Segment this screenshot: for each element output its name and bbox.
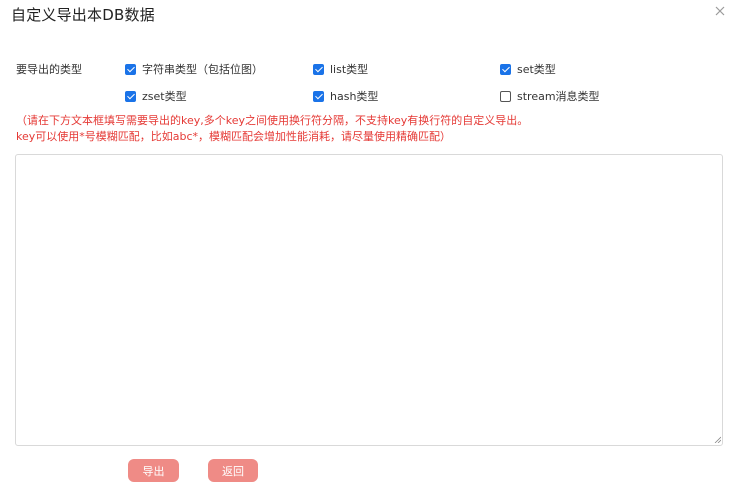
export-dialog: 自定义导出本DB数据 要导出的类型 字符串类型（包括位图） list类型 set… xyxy=(0,0,739,500)
checkbox-checked-icon[interactable] xyxy=(313,63,324,75)
checkbox-stream-type[interactable]: stream消息类型 xyxy=(500,88,600,104)
checkbox-list-type[interactable]: list类型 xyxy=(313,61,368,77)
keys-textarea[interactable] xyxy=(15,154,723,446)
checkbox-set-type[interactable]: set类型 xyxy=(500,61,556,77)
checkbox-label: list类型 xyxy=(330,63,369,76)
checkbox-label: stream消息类型 xyxy=(517,90,600,103)
checkbox-hash-type[interactable]: hash类型 xyxy=(313,88,378,104)
checkbox-zset-type[interactable]: zset类型 xyxy=(125,88,187,104)
checkbox-label: set类型 xyxy=(517,63,556,76)
checkbox-label: hash类型 xyxy=(330,90,379,103)
checkbox-unchecked-icon[interactable] xyxy=(500,90,511,102)
hint-line-2: key可以使用*号模糊匹配，比如abc*，模糊匹配会增加性能消耗，请尽量使用精确… xyxy=(16,130,452,143)
checkbox-checked-icon[interactable] xyxy=(500,63,511,75)
export-button[interactable]: 导出 xyxy=(128,459,179,482)
checkbox-string-type[interactable]: 字符串类型（包括位图） xyxy=(125,61,263,77)
close-icon[interactable] xyxy=(713,4,727,18)
checkbox-checked-icon[interactable] xyxy=(125,90,136,102)
types-label: 要导出的类型 xyxy=(16,63,82,76)
checkbox-label: zset类型 xyxy=(142,90,187,103)
checkbox-checked-icon[interactable] xyxy=(125,63,136,75)
back-button[interactable]: 返回 xyxy=(208,459,258,482)
hint-line-1: （请在下方文本框填写需要导出的key,多个key之间使用换行符分隔，不支持key… xyxy=(16,114,529,127)
checkbox-label: 字符串类型（包括位图） xyxy=(142,63,263,76)
resize-handle-icon[interactable] xyxy=(714,436,721,443)
checkbox-checked-icon[interactable] xyxy=(313,90,324,102)
dialog-title: 自定义导出本DB数据 xyxy=(11,6,155,24)
usage-hint: （请在下方文本框填写需要导出的key,多个key之间使用换行符分隔，不支持key… xyxy=(16,113,716,145)
